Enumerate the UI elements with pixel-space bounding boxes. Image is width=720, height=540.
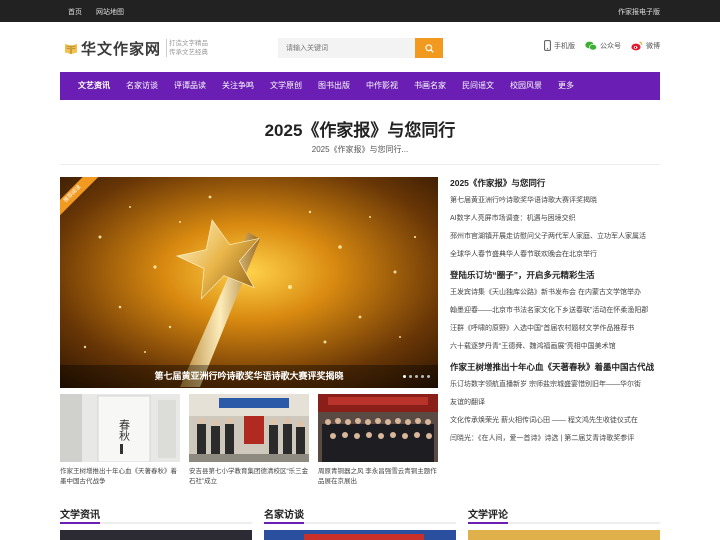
slider-dot[interactable] <box>427 375 430 378</box>
nav-item-reviews[interactable]: 评谭品读 <box>166 72 214 100</box>
news-item[interactable]: 王发宾诗集《天山独库公路》新书发布会 在内蒙古文学馆举办 <box>450 284 662 302</box>
news-item[interactable]: 翰墨迎春——北京市书法名家文化下乡送春联”活动在怀柔渔阳郡 <box>450 302 662 320</box>
news-group: 登陆乐订坊“圈子”，开启多元精彩生活 王发宾诗集《天山独库公路》新书发布会 在内… <box>450 269 662 356</box>
news-list: 2025《作家报》与您同行 第七届黄亚洲行吟诗歌奖华语诗歌大赛评奖揭晓 AI数字… <box>450 177 662 453</box>
nav-item-folk[interactable]: 民间谣文 <box>454 72 502 100</box>
nav-item-interviews[interactable]: 名家访谈 <box>118 72 166 100</box>
weibo-link[interactable]: 微博 <box>631 41 660 51</box>
section-reviews: 文学评论 <box>468 506 660 540</box>
logo-text: 华文作家网 <box>81 39 162 58</box>
topbar-sitemap-link[interactable]: 网站地图 <box>96 7 124 17</box>
news-item[interactable]: AI数字人亮屏市场调查：机遇与困境交织 <box>450 210 662 228</box>
nav-item-wenyi-news[interactable]: 文艺资讯 <box>70 72 118 100</box>
recommend-ribbon: 推荐阅读 <box>60 177 100 221</box>
slider-caption[interactable]: 第七届黄亚洲行吟诗歌奖华语诗歌大赛评奖揭晓 <box>60 365 438 388</box>
topbar-epaper-link[interactable]: 作家报电子版 <box>618 7 660 17</box>
thumb-caption: 作家王树增推出十年心血《天著春秋》着墨中国古代战争 <box>60 468 177 485</box>
topbar-home-link[interactable]: 首页 <box>68 7 82 17</box>
section-underline <box>264 522 456 524</box>
award-star-image <box>60 177 438 388</box>
featured-slider[interactable]: 推荐阅读 第七届黄亚洲行吟诗歌奖华语诗歌大赛评奖揭晓 <box>60 177 438 388</box>
mobile-phone-icon <box>544 40 551 51</box>
header-links: 手机版 公众号 微博 <box>544 40 660 51</box>
news-item[interactable]: 闫晓光：《在人间，爱一首诗》诗选 | 第二届艾青诗歌奖参评 <box>450 430 662 448</box>
section-underline <box>60 522 252 524</box>
news-item[interactable]: 乐订坊数字领航直播新岁 宗师盐宗城盛宴惜别旧年——华尔街 <box>450 376 662 394</box>
section-literary-news: 文学资讯 <box>60 506 252 540</box>
thumb-card[interactable]: 周原青铜器之风 李永昌强雪云青铜主题作品展在京展出 <box>318 394 438 487</box>
news-group-title[interactable]: 登陆乐订坊“圈子”，开启多元精彩生活 <box>450 269 662 281</box>
nav-item-more[interactable]: 更多 <box>550 72 582 100</box>
slider-dot[interactable] <box>409 375 412 378</box>
headline-title[interactable]: 2025《作家报》与您同行 <box>0 116 720 141</box>
news-group-title[interactable]: 作家王树增推出十年心血《天著春秋》着墨中国古代战 <box>450 361 662 373</box>
section-image[interactable] <box>468 530 660 540</box>
section-image[interactable] <box>60 530 252 540</box>
nav-item-painting[interactable]: 书画名家 <box>406 72 454 100</box>
thumb-caption: 安吉县第七小学教育集团德清校区“乐三金石社”成立 <box>189 468 309 485</box>
nav-item-campus[interactable]: 校园风景 <box>502 72 550 100</box>
thumb-card[interactable]: 安吉县第七小学教育集团德清校区“乐三金石社”成立 <box>189 394 309 487</box>
section-interviews: 名家访谈 <box>264 506 456 540</box>
weibo-icon <box>631 41 643 50</box>
nav-item-original[interactable]: 文学原创 <box>262 72 310 100</box>
mobile-link[interactable]: 手机版 <box>544 40 575 51</box>
top-bar: 首页 网站地图 作家报电子版 <box>0 0 720 22</box>
news-group-title[interactable]: 2025《作家报》与您同行 <box>450 177 662 189</box>
thumb-image-group-photo <box>318 394 438 462</box>
search-bar <box>278 38 443 58</box>
section-title[interactable]: 文学资讯 <box>60 506 252 522</box>
section-image[interactable] <box>264 530 456 540</box>
news-item[interactable]: 邳州市官湖镇开展走访慰问父子两代军人家庭、立功军人家属活 <box>450 228 662 246</box>
thumb-book-title: 春秋 <box>118 419 131 442</box>
recommend-ribbon-label: 推荐阅读 <box>60 177 99 221</box>
wechat-link-label: 公众号 <box>600 42 621 50</box>
mobile-link-label: 手机版 <box>554 42 575 50</box>
wechat-link[interactable]: 公众号 <box>585 41 621 51</box>
slogan-line-2: 传承文艺经典 <box>169 49 208 56</box>
wechat-icon <box>585 41 597 50</box>
news-item[interactable]: 文化传承焕荣光 薪火相传词心田 —— 程文鸿先生收徒仪式在 <box>450 412 662 430</box>
thumb-image-ceremony <box>189 394 309 462</box>
slider-dot[interactable] <box>421 375 424 378</box>
thumb-caption: 周原青铜器之风 李永昌强雪云青铜主题作品展在京展出 <box>318 468 437 485</box>
main-nav: 文艺资讯 名家访谈 评谭品读 关注争鸣 文学原创 图书出版 中作影视 书画名家 … <box>60 72 660 100</box>
section-underline <box>468 522 660 524</box>
search-icon <box>424 43 434 53</box>
site-slogan: 打造文字精品 传承文艺经典 <box>166 39 208 57</box>
nav-item-publishing[interactable]: 图书出版 <box>310 72 358 100</box>
news-group: 2025《作家报》与您同行 第七届黄亚洲行吟诗歌奖华语诗歌大赛评奖揭晓 AI数字… <box>450 177 662 264</box>
search-button[interactable] <box>415 38 443 58</box>
headline-divider <box>60 164 660 165</box>
slogan-line-1: 打造文字精品 <box>169 40 208 47</box>
site-logo[interactable]: 华文作家网 <box>64 38 161 58</box>
news-item[interactable]: 汪群《呼啸的原野》入选中国“首届农村题材文学作品推荐书 <box>450 320 662 338</box>
weibo-link-label: 微博 <box>646 42 660 50</box>
headline-subtitle[interactable]: 2025《作家报》与您同行... <box>0 144 720 155</box>
news-item[interactable]: 友谊的翻译 <box>450 394 662 412</box>
slider-dot[interactable] <box>415 375 418 378</box>
section-title[interactable]: 名家访谈 <box>264 506 456 522</box>
news-item[interactable]: 第七届黄亚洲行吟诗歌奖华语诗歌大赛评奖揭晓 <box>450 192 662 210</box>
search-input[interactable] <box>278 38 415 58</box>
nav-item-debate[interactable]: 关注争鸣 <box>214 72 262 100</box>
thumb-card[interactable]: 春秋 作家王树增推出十年心血《天著春秋》着墨中国古代战争 <box>60 394 180 487</box>
news-item[interactable]: 六十载逐梦丹青“王德舜、魏鸿福画展”亮相中国美术馆 <box>450 338 662 356</box>
slider-dots <box>400 375 430 378</box>
slider-dot[interactable] <box>403 375 406 378</box>
section-title[interactable]: 文学评论 <box>468 506 660 522</box>
thumb-image-book: 春秋 <box>60 394 180 462</box>
news-group: 作家王树增推出十年心血《天著春秋》着墨中国古代战 乐订坊数字领航直播新岁 宗师盐… <box>450 361 662 448</box>
news-item[interactable]: 全球华人春节盛典华人春节联欢晚会在北京举行 <box>450 246 662 264</box>
book-logo-icon <box>65 44 77 54</box>
nav-item-film[interactable]: 中作影视 <box>358 72 406 100</box>
